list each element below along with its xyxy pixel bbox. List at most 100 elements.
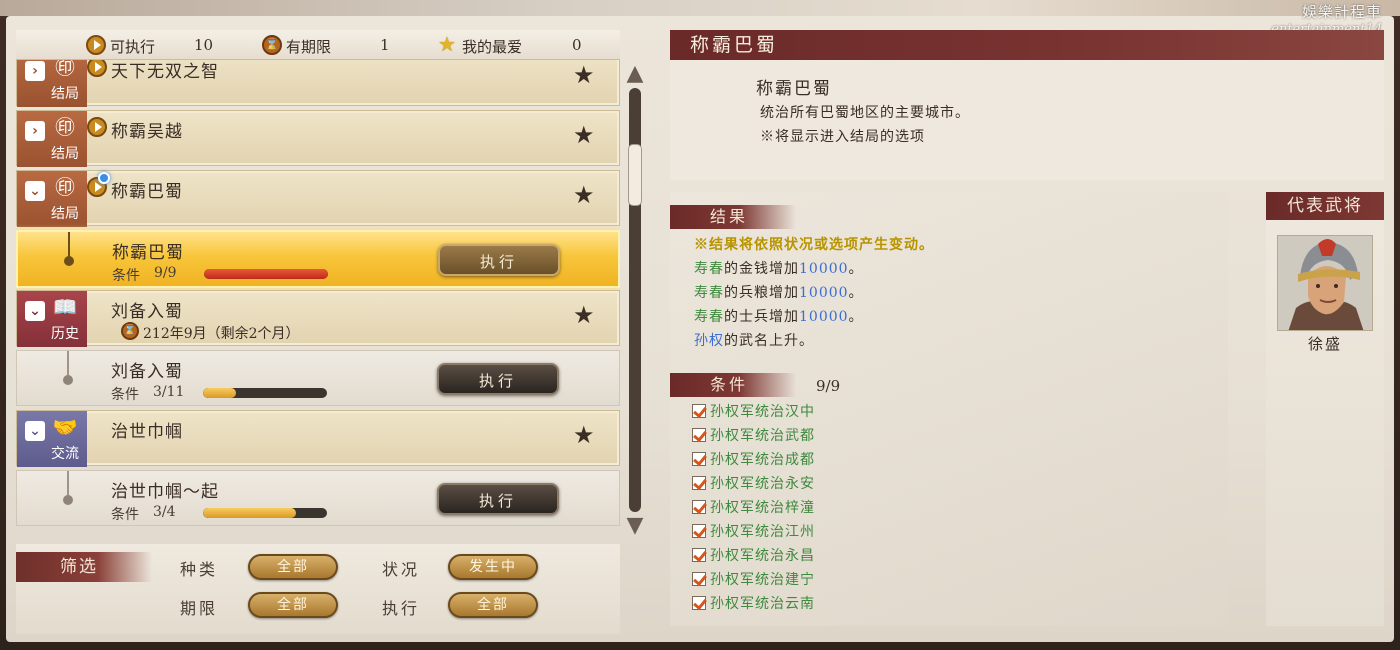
scroll-thumb[interactable]	[628, 144, 642, 206]
result-end: 。	[848, 309, 864, 325]
book-icon: 📖	[52, 295, 78, 319]
favorite-label: 我的最爱	[462, 38, 523, 56]
result-target: 孙权	[694, 333, 724, 349]
event-row-ending[interactable]: › ㊞ 结局 天下无双之智 ★	[16, 60, 620, 107]
result-warning: ※结果将依照状况或选项产生变动。	[694, 237, 934, 253]
play-icon	[87, 117, 107, 137]
checkbox-checked-icon	[692, 476, 706, 490]
condition-item: 孙权军统治成都	[692, 449, 815, 469]
condition-text: 孙权军统治汉中	[710, 404, 815, 420]
event-row-ending[interactable]: › ㊞ 结局 称霸吴越 ★	[16, 110, 620, 167]
detail-note-line: ※将显示进入结局的选项	[760, 129, 925, 145]
execute-button[interactable]: 执行	[438, 244, 560, 276]
deadline-text: 212年9月（剩余2个月）	[143, 326, 300, 342]
event-stats-bar: 可执行 10 ⌛ 有期限 1 ★ 我的最爱 0	[16, 30, 620, 60]
result-target: 寿春	[694, 285, 724, 301]
period-label: 期限	[180, 599, 219, 618]
collapse-icon[interactable]: ⌄	[25, 421, 45, 441]
hourglass-icon: ⌛	[121, 322, 139, 340]
sub-event-row[interactable]: 刘备入蜀 条件 3/11 执行	[16, 350, 620, 406]
status-filter-button[interactable]: 发生中	[448, 554, 538, 580]
checkbox-checked-icon	[692, 500, 706, 514]
status-label: 状况	[382, 560, 421, 579]
expand-icon[interactable]: ›	[25, 61, 45, 81]
star-icon: ★	[438, 32, 456, 56]
ending-glyph-icon: ㊞	[55, 115, 75, 139]
checkbox-checked-icon	[692, 452, 706, 466]
conditions-count: 9/9	[816, 377, 841, 395]
execute-button[interactable]: 执行	[437, 363, 559, 395]
collapse-icon[interactable]: ⌄	[25, 181, 45, 201]
sub-event-row[interactable]: 治世巾帼～起 条件 3/4 执行	[16, 470, 620, 526]
expand-icon[interactable]: ›	[25, 121, 45, 141]
event-title: 称霸巴蜀	[111, 182, 183, 202]
progress-fill	[203, 508, 296, 518]
limited-count: 1	[380, 36, 390, 54]
sub-event-title: 治世巾帼～起	[111, 482, 219, 502]
condition-text: 孙权军统治永安	[710, 476, 815, 492]
result-text: 的兵粮增加	[724, 285, 799, 301]
top-strip	[0, 0, 1400, 16]
condition-text: 孙权军统治永昌	[710, 548, 815, 564]
period-filter-button[interactable]: 全部	[248, 592, 338, 618]
favorite-star-icon[interactable]: ★	[573, 123, 595, 147]
condition-item: 孙权军统治建宁	[692, 569, 815, 589]
condition-item: 孙权军统治永安	[692, 473, 815, 493]
favorite-star-icon[interactable]: ★	[573, 303, 595, 327]
execute-filter-button[interactable]: 全部	[448, 592, 538, 618]
checkbox-checked-icon	[692, 524, 706, 538]
result-text: 的士兵增加	[724, 309, 799, 325]
result-value: 10000	[799, 285, 849, 301]
hourglass-icon: ⌛	[262, 35, 282, 55]
execute-button[interactable]: 执行	[437, 483, 559, 515]
tag-label: 历史	[51, 326, 79, 342]
condition-progress-bar	[204, 269, 328, 279]
checkbox-checked-icon	[692, 404, 706, 418]
detail-title: 称霸巴蜀	[756, 79, 832, 99]
favorite-star-icon[interactable]: ★	[573, 423, 595, 447]
condition-text: 孙权军统治建宁	[710, 572, 815, 588]
history-tag: ⌄ 📖 历史	[17, 291, 87, 347]
officer-portrait-image	[1278, 236, 1372, 330]
ending-tag: ⌄ ㊞ 结局	[17, 171, 87, 227]
filter-title: 筛选	[16, 552, 152, 582]
ending-glyph-icon: ㊞	[55, 60, 75, 79]
filter-panel: 筛选 种类 全部 状况 发生中 期限 全部 执行 全部	[16, 544, 620, 634]
favorite-star-icon[interactable]: ★	[573, 183, 595, 207]
detail-desc-line: 统治所有巴蜀地区的主要城市。	[760, 105, 970, 121]
condition-text: 孙权军统治云南	[710, 596, 815, 612]
condition-progress-bar	[203, 508, 327, 518]
list-scrollbar[interactable]: ▲ ▼	[624, 60, 646, 540]
favorite-star-icon[interactable]: ★	[573, 63, 595, 87]
condition-item: 孙权军统治永昌	[692, 545, 815, 565]
scroll-down-icon[interactable]: ▼	[624, 514, 646, 538]
condition-item: 孙权军统治云南	[692, 593, 815, 613]
ending-tag: › ㊞ 结局	[17, 111, 87, 167]
executable-count: 10	[194, 36, 214, 54]
collapse-icon[interactable]: ⌄	[25, 301, 45, 321]
result-target: 寿春	[694, 261, 724, 277]
tree-dot	[63, 495, 73, 505]
type-filter-button[interactable]: 全部	[248, 554, 338, 580]
event-list: › ㊞ 结局 天下无双之智 ★ › ㊞ 结局 称霸吴越 ★ ⌄ ㊞ 结局 称霸巴…	[16, 60, 620, 538]
play-icon	[86, 35, 106, 55]
scroll-up-icon[interactable]: ▲	[624, 62, 646, 86]
checkbox-checked-icon	[692, 596, 706, 610]
tag-label: 交流	[51, 446, 79, 462]
result-text: 的金钱增加	[724, 261, 799, 277]
event-row-exchange[interactable]: ⌄ 🤝 交流 治世巾帼 ★	[16, 410, 620, 467]
sub-event-title: 刘备入蜀	[111, 362, 183, 382]
event-row-history[interactable]: ⌄ 📖 历史 刘备入蜀 ⌛ 212年9月（剩余2个月） ★	[16, 290, 620, 347]
condition-text: 孙权军统治成都	[710, 452, 815, 468]
condition-label: 条件	[112, 268, 140, 284]
handshake-icon: 🤝	[52, 415, 78, 439]
checkbox-checked-icon	[692, 548, 706, 562]
sub-event-row-selected[interactable]: 称霸巴蜀 条件 9/9 执行	[16, 230, 620, 288]
executable-label: 可执行	[110, 38, 156, 56]
condition-value: 3/11	[153, 384, 185, 400]
event-title: 称霸吴越	[111, 122, 183, 142]
ending-tag: › ㊞ 结局	[17, 60, 87, 107]
result-end: 。	[848, 261, 864, 277]
officer-portrait[interactable]	[1277, 235, 1373, 331]
result-value: 10000	[799, 261, 849, 277]
